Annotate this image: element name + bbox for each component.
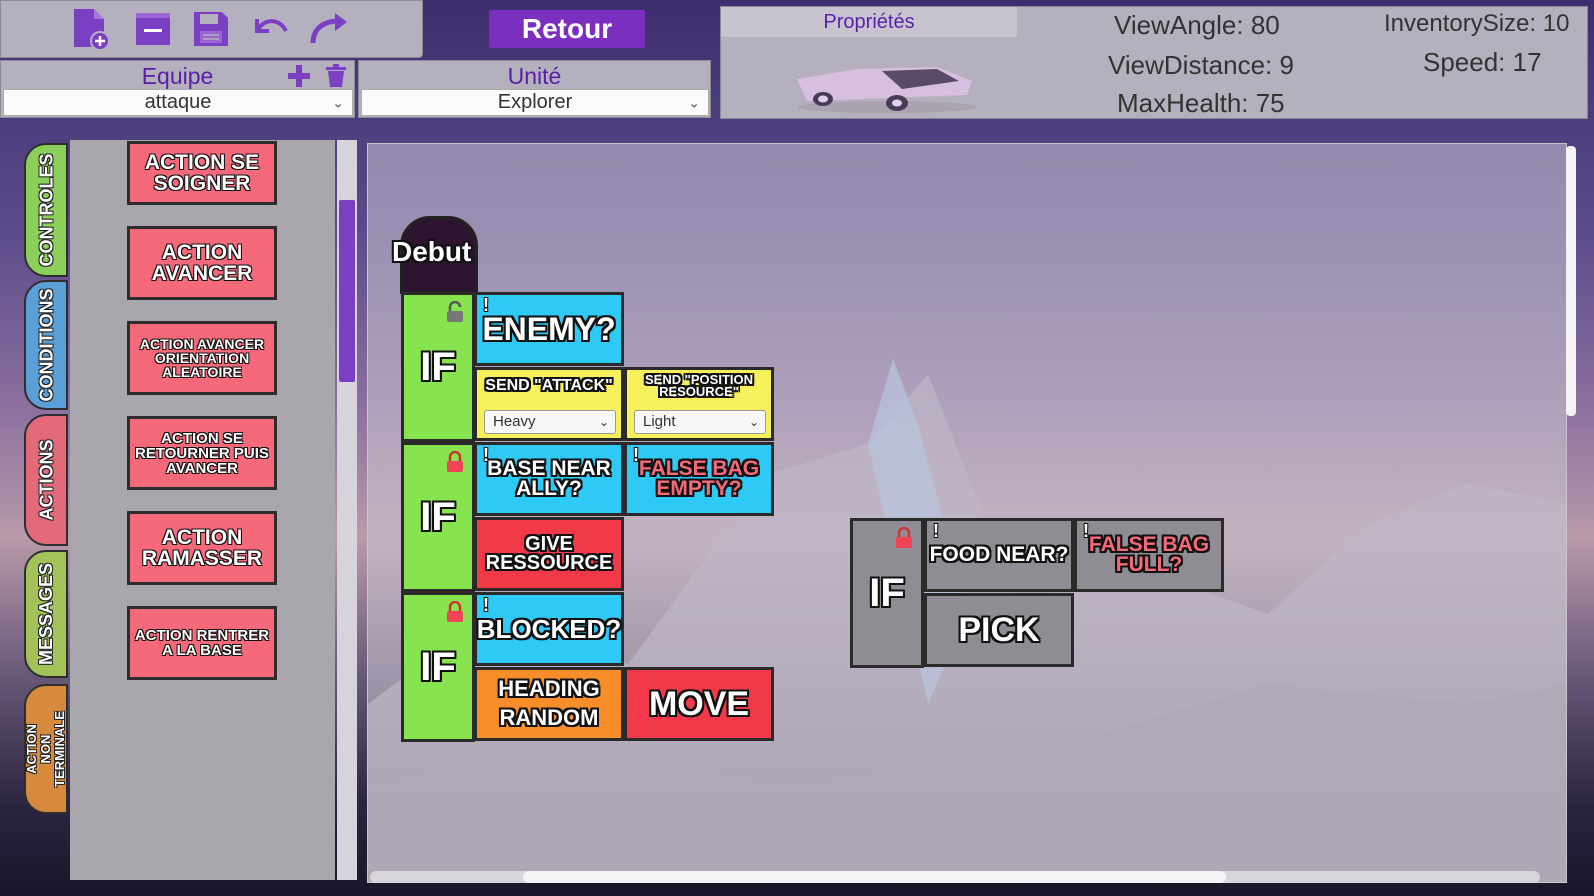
library-block-action-se-retourner[interactable]: Action se retourner puis avancer	[127, 416, 277, 490]
if-block-detached[interactable]: IF	[850, 518, 924, 668]
tab-actions[interactable]: ACTIONS	[24, 414, 68, 546]
view-angle-stat: ViewAngle: 80	[1114, 10, 1280, 40]
properties-panel: Propriétés ViewAngle: 80 ViewDistance: 9…	[720, 6, 1588, 119]
tab-messages[interactable]: MESSAGES	[24, 550, 68, 678]
if-block-3[interactable]: IF	[401, 592, 475, 742]
library-block-action-se-soigner[interactable]: Action se soigner	[127, 141, 277, 205]
speed-stat: Speed: 17	[1423, 47, 1542, 77]
condition-base-near-ally[interactable]: ! BASE NEAR ALLY?	[474, 442, 624, 516]
chevron-down-icon: ⌄	[748, 415, 759, 429]
tab-conditions[interactable]: CONDITIONS	[24, 280, 68, 410]
canvas-vertical-scrollbar[interactable]	[1566, 146, 1576, 416]
unit-dropdown[interactable]: Explorer ⌄	[361, 89, 709, 116]
message-send-attack[interactable]: SEND "ATTACK" Heavy ⌄	[474, 367, 624, 441]
lock-icon[interactable]	[895, 527, 913, 549]
inventory-size-stat: InventorySize: 10	[1384, 10, 1570, 37]
unit-panel: Unité Explorer ⌄	[358, 60, 711, 118]
lock-icon[interactable]	[446, 451, 464, 473]
canvas-horizontal-scrollbar-thumb[interactable]	[523, 871, 1226, 883]
new-file-icon[interactable]	[69, 7, 113, 51]
send-attack-dropdown[interactable]: Heavy ⌄	[484, 410, 616, 434]
chevron-down-icon: ⌄	[332, 94, 344, 110]
redo-icon[interactable]	[309, 7, 353, 51]
message-send-position-resource[interactable]: SEND "POSITION RESOURCE" Light ⌄	[624, 367, 774, 441]
condition-food-near[interactable]: ! FOOD NEAR?	[924, 518, 1074, 592]
save-icon[interactable]	[189, 7, 233, 51]
unit-preview-image	[787, 49, 987, 115]
team-panel: Equipe attaque ⌄	[0, 60, 355, 118]
condition-false-bag-empty[interactable]: ! FALSE BAG EMPTY?	[624, 442, 774, 516]
library-scrollbar-thumb[interactable]	[339, 200, 355, 382]
delete-team-icon[interactable]	[325, 64, 347, 88]
warning-icon: !	[483, 295, 489, 315]
retour-button[interactable]: Retour	[489, 10, 645, 48]
view-distance-stat: ViewDistance: 9	[1108, 50, 1294, 80]
action-give-ressource[interactable]: GIVE RESSOURCE	[474, 517, 624, 591]
team-selected: attaque	[144, 91, 212, 113]
condition-blocked[interactable]: ! BLOCKED?	[474, 592, 624, 666]
library-block-action-rentrer-base[interactable]: Action rentrer a la base	[127, 606, 277, 680]
undo-icon[interactable]	[249, 7, 293, 51]
tab-action-non-terminale[interactable]: ACTION NON TERMINALE	[24, 684, 68, 814]
warning-icon: !	[483, 595, 489, 615]
warning-icon: !	[1083, 521, 1089, 541]
library-block-action-ramasser[interactable]: Action ramasser	[127, 511, 277, 585]
add-team-icon[interactable]	[287, 64, 311, 88]
if-block-1[interactable]: IF	[401, 292, 475, 442]
action-pick[interactable]: PICK	[924, 593, 1074, 667]
tab-controles[interactable]: CONTROLES	[24, 143, 68, 277]
max-health-stat: MaxHealth: 75	[1117, 88, 1285, 118]
condition-enemy[interactable]: ! ENEMY?	[474, 292, 624, 366]
debut-label: Debut	[392, 236, 472, 267]
warning-icon: !	[933, 521, 939, 541]
chevron-down-icon: ⌄	[598, 415, 609, 429]
send-position-dropdown[interactable]: Light ⌄	[634, 410, 766, 434]
condition-false-bag-full[interactable]: ! FALSE BAG FULL?	[1074, 518, 1224, 592]
unit-title: Unité	[507, 63, 562, 89]
if-block-2[interactable]: IF	[401, 442, 475, 592]
action-heading-random[interactable]: HEADING RANDOM	[474, 667, 624, 741]
warning-icon: !	[633, 445, 639, 465]
lock-icon[interactable]	[446, 601, 464, 623]
delete-file-icon[interactable]	[131, 7, 175, 51]
chevron-down-icon: ⌄	[688, 94, 700, 110]
library-block-action-avancer-orientation-aleatoire[interactable]: Action avancer orientation aleatoire	[127, 321, 277, 395]
library-block-action-avancer[interactable]: Action avancer	[127, 226, 277, 300]
file-toolbar	[0, 0, 423, 58]
unit-selected: Explorer	[497, 91, 573, 113]
properties-title: Propriétés	[721, 7, 1017, 37]
unlock-icon[interactable]	[446, 301, 464, 323]
action-move[interactable]: MOVE	[624, 667, 774, 741]
warning-icon: !	[483, 445, 489, 465]
team-dropdown[interactable]: attaque ⌄	[3, 89, 353, 116]
